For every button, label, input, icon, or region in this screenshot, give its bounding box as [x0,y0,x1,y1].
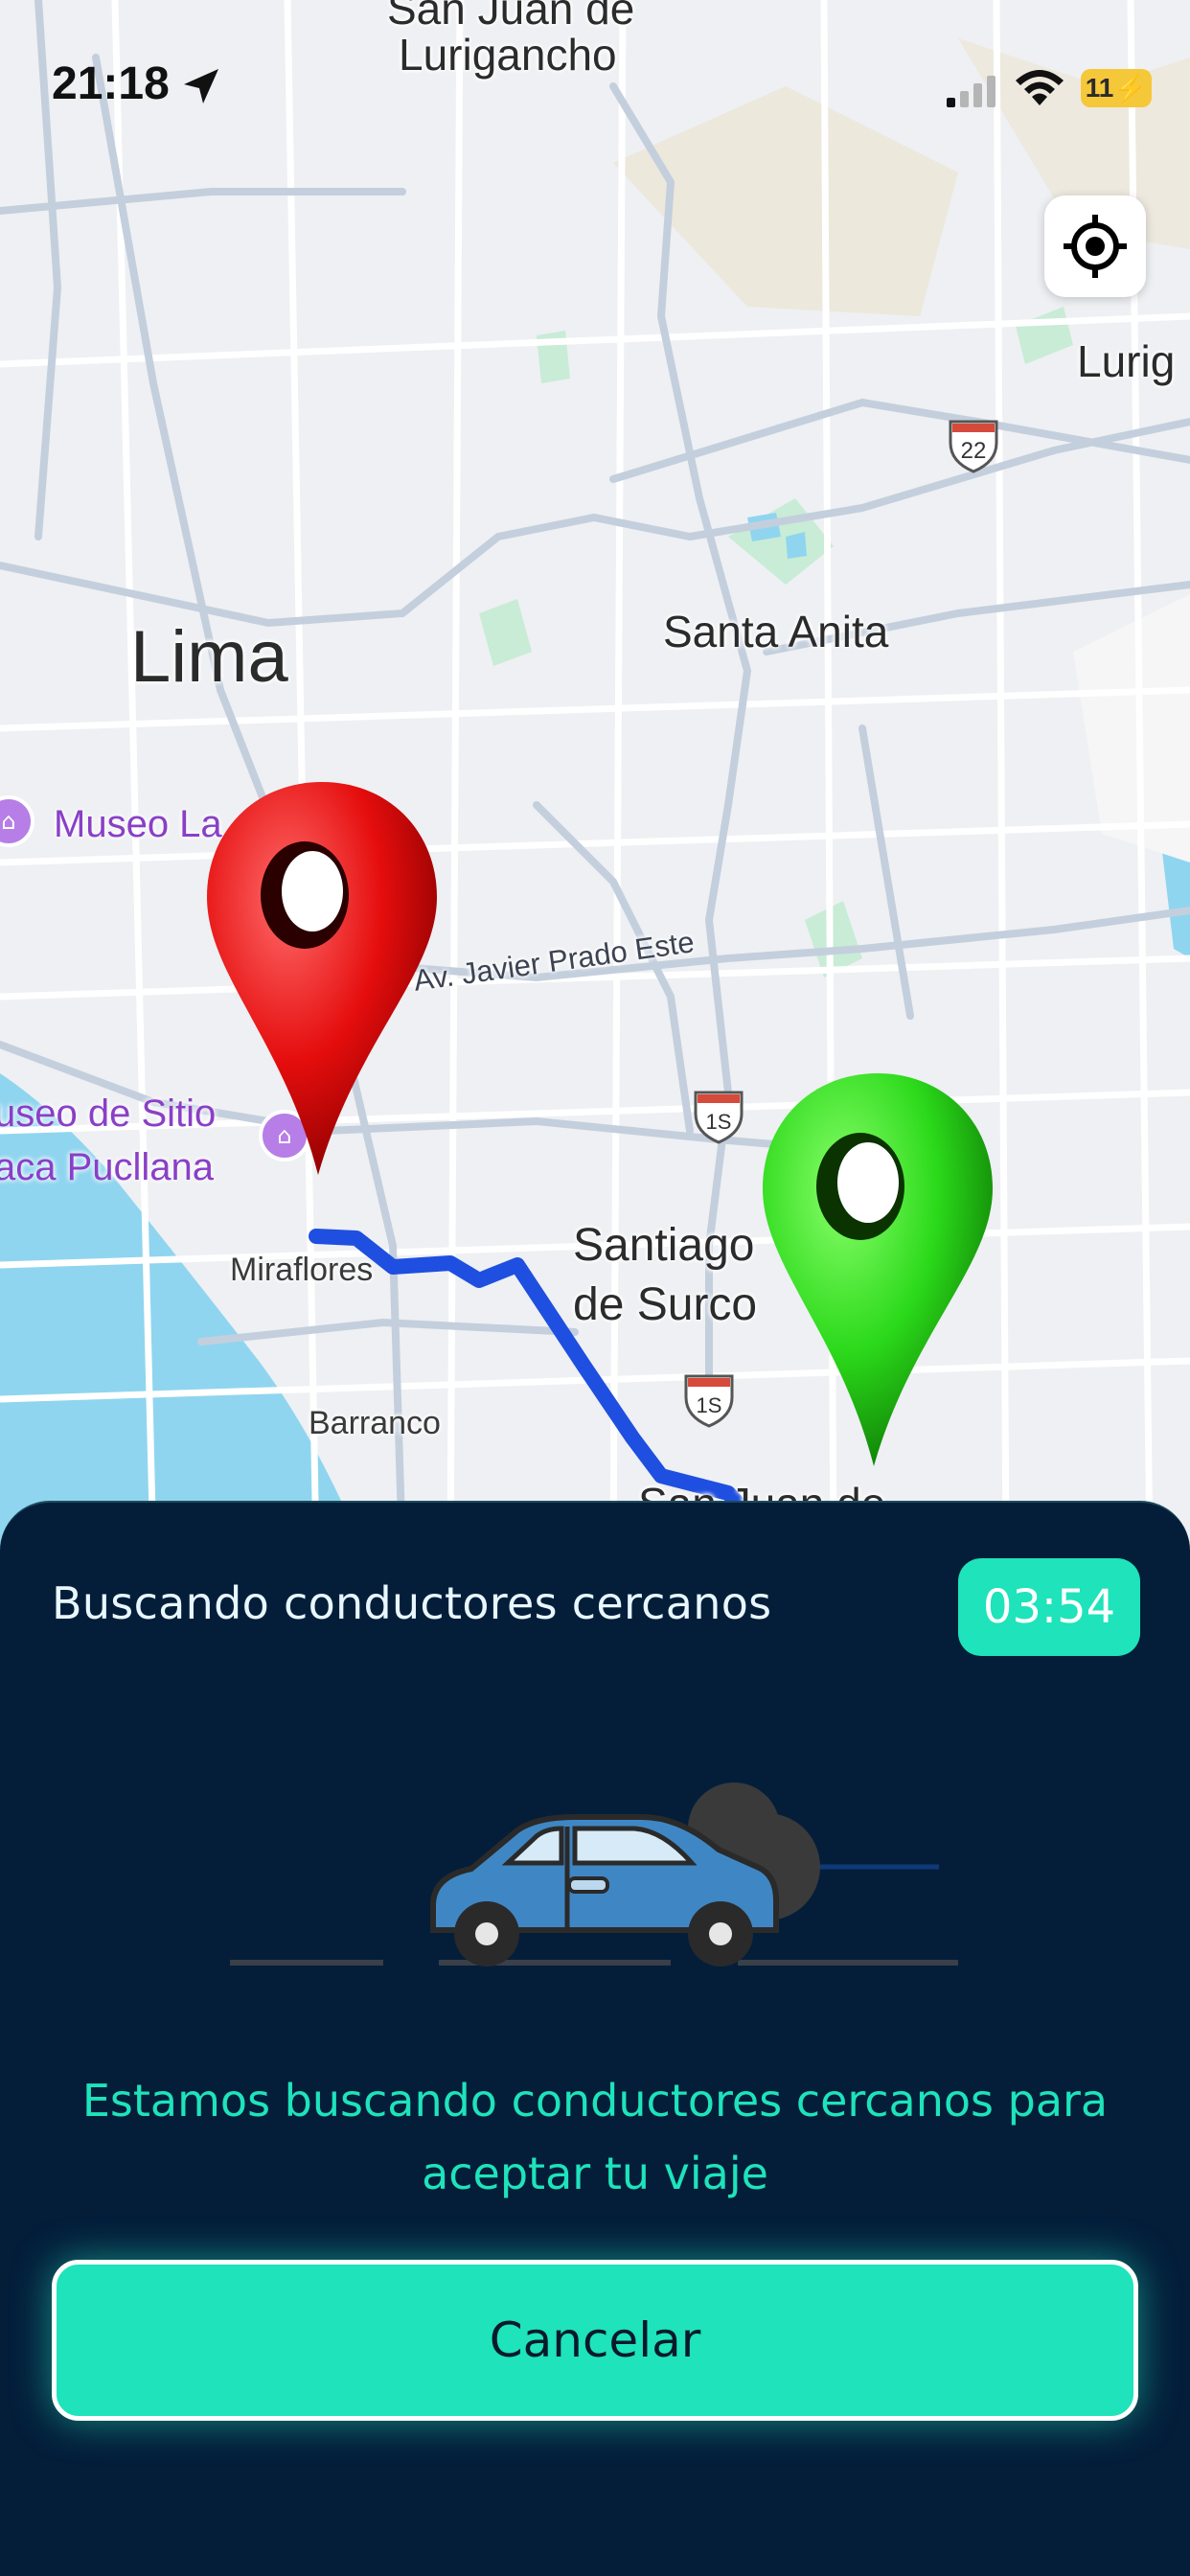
location-arrow-icon [184,69,218,104]
recenter-location-button[interactable] [1044,196,1146,297]
highway-shield-label: 1S [706,1110,732,1134]
map-label-santiago: Santiago [573,1220,755,1271]
wifi-icon [1016,70,1064,105]
cancel-button[interactable]: Cancelar [52,2260,1138,2421]
map-label-lima: Lima [130,616,288,698]
status-time: 21:18 [52,58,170,109]
map-label-de-surco: de Surco [573,1279,758,1330]
battery-indicator: 11 ⚡ [1081,69,1152,107]
charging-bolt-icon: ⚡ [1113,73,1148,104]
searching-message: Estamos buscando conductores cercanos pa… [81,2075,1109,2199]
sheet-title: Buscando conductores cercanos [52,1577,772,1629]
highway-shield-icon: 1S [684,1374,734,1428]
map-label-santa-anita: Santa Anita [663,607,889,656]
green-pin-icon[interactable] [753,1064,1002,1476]
crosshair-icon [1064,215,1127,278]
battery-level: 11 [1085,73,1114,103]
highway-shield-label: 22 [961,438,987,464]
highway-shield-icon: 22 [949,420,998,473]
map-label-lurig-edge: Lurig [1077,336,1176,386]
highway-shield-icon: 1S [694,1091,744,1144]
red-pin-icon[interactable] [197,772,446,1184]
searching-driver-sheet: Buscando conductores cercanos 03:54 Esta… [0,1501,1190,2576]
status-bar: 21:18 11 ⚡ [0,0,1190,144]
poi-label-museo-de-sitio[interactable]: useo de Sitio [0,1092,216,1136]
highway-shield-label: 1S [697,1393,722,1417]
car-icon [230,1782,958,1966]
map-label-barranco: Barranco [309,1405,441,1441]
countdown-timer: 03:54 [958,1558,1140,1656]
cellular-signal-icon [947,76,995,107]
map-view[interactable]: San Juan de Lurigancho Lurig Lima Santa … [0,0,1190,1552]
poi-label-huaca-pucllana[interactable]: aca Pucllana [0,1146,214,1189]
map-label-miraflores: Miraflores [230,1252,374,1288]
